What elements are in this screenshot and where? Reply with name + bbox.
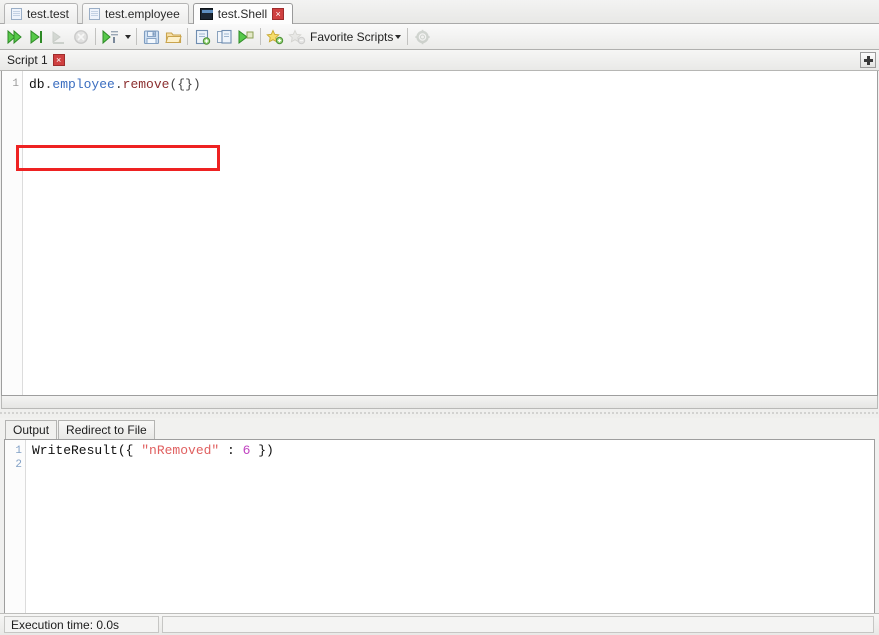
green-flag-play-icon	[238, 29, 254, 44]
output-text: WriteResult({ "nRemoved" : 6 })	[26, 440, 874, 614]
chevron-down-icon	[395, 35, 402, 40]
code-token-db: db	[29, 77, 45, 92]
chevron-down-icon	[125, 34, 131, 39]
script-tab-label: Script 1	[7, 53, 48, 67]
execute-button[interactable]	[26, 26, 48, 48]
line-number: 1	[12, 78, 19, 90]
star-add-icon	[266, 28, 284, 44]
document-icon	[89, 8, 101, 20]
output-line-number-gutter: 1 2	[5, 440, 26, 614]
output-token-colon: :	[219, 443, 243, 458]
close-icon[interactable]: ×	[52, 54, 65, 66]
plus-icon	[863, 55, 873, 65]
execute-mode-dropdown[interactable]	[121, 26, 133, 48]
new-document-icon	[195, 29, 210, 45]
output-tab-label: Redirect to File	[66, 423, 147, 437]
editor-horizontal-scrollbar[interactable]	[1, 396, 878, 409]
code-token-collection: employee	[52, 77, 115, 92]
stop-button	[48, 26, 70, 48]
tab-test-shell[interactable]: test.Shell ×	[192, 3, 294, 24]
settings-button	[411, 26, 433, 48]
script-tab-script-1[interactable]: Script 1 ×	[5, 52, 70, 68]
gear-icon	[415, 29, 430, 44]
editor-line-number-gutter: 1	[2, 71, 23, 395]
editor-code-area[interactable]: db.employee.remove({})	[23, 71, 877, 395]
script-tab-bar: Script 1 ×	[0, 50, 879, 71]
toolbar-separator	[407, 28, 409, 45]
toolbar-separator	[95, 28, 96, 45]
execute-mode-button[interactable]	[99, 26, 121, 48]
double-play-icon	[7, 29, 22, 44]
tab-label: test.test	[27, 7, 70, 21]
add-script-button[interactable]	[860, 52, 876, 68]
output-line-1: WriteResult({ "nRemoved" : 6 })	[32, 444, 874, 458]
shell-icon	[199, 8, 213, 20]
new-query-button[interactable]	[191, 26, 213, 48]
cancel-circle-icon	[74, 29, 88, 44]
connection-tab-bar: test.test test.employee test.Shell ×	[0, 0, 879, 24]
code-token-method: remove	[122, 77, 170, 92]
add-favorite-button[interactable]	[264, 26, 286, 48]
output-tab-label: Output	[13, 423, 50, 437]
folder-open-icon	[164, 31, 182, 43]
remove-favorite-button	[286, 26, 308, 48]
play-to-line-icon	[30, 29, 42, 44]
tab-label: test.employee	[105, 7, 180, 21]
execute-all-button[interactable]	[4, 26, 26, 48]
tab-output[interactable]: Output	[5, 420, 58, 439]
save-script-button[interactable]	[140, 26, 162, 48]
star-remove-icon	[288, 28, 306, 44]
status-bar-secondary-cell	[162, 616, 874, 633]
duplicate-query-button[interactable]	[213, 26, 235, 48]
output-line-2	[32, 458, 874, 472]
output-panel[interactable]: 1 2 WriteResult({ "nRemoved" : 6 })	[4, 439, 875, 615]
toolbar-separator	[260, 28, 261, 45]
play-list-icon	[102, 29, 118, 44]
output-token-suffix: })	[250, 443, 274, 458]
cancel-button	[70, 26, 92, 48]
line-number: 1	[15, 445, 22, 457]
toolbar-separator	[136, 28, 137, 45]
document-icon	[11, 8, 22, 20]
code-token-args: ({})	[169, 77, 201, 92]
floppy-save-icon	[143, 29, 159, 44]
script-editor[interactable]: 1 db.employee.remove({})	[1, 71, 878, 396]
panel-splitter[interactable]	[0, 409, 879, 418]
copy-documents-icon	[216, 29, 232, 44]
output-tab-bar: Output Redirect to File	[0, 418, 879, 439]
output-token-key: "nRemoved"	[141, 443, 220, 458]
line-number: 2	[15, 459, 22, 471]
stop-play-icon	[52, 30, 64, 44]
toolbar-separator	[187, 28, 188, 45]
close-icon[interactable]: ×	[272, 8, 285, 20]
favorite-scripts-button[interactable]: Favorite Scripts	[308, 30, 404, 44]
main-toolbar: Favorite Scripts	[0, 24, 879, 50]
tab-redirect-to-file[interactable]: Redirect to File	[58, 420, 155, 439]
output-token-prefix: WriteResult({	[32, 443, 142, 458]
code-line-1: db.employee.remove({})	[29, 77, 877, 92]
tab-test-employee[interactable]: test.employee	[82, 3, 189, 24]
tab-label: test.Shell	[217, 7, 268, 21]
execution-time-status: Execution time: 0.0s	[4, 616, 159, 633]
execution-time-label: Execution time: 0.0s	[11, 617, 120, 632]
favorite-scripts-label: Favorite Scripts	[310, 29, 394, 44]
code-token-dot-2: .	[114, 77, 123, 92]
status-bar: Execution time: 0.0s	[0, 613, 879, 635]
tab-test-test[interactable]: test.test	[4, 3, 79, 24]
open-script-button[interactable]	[162, 26, 184, 48]
run-query-button[interactable]	[235, 26, 257, 48]
